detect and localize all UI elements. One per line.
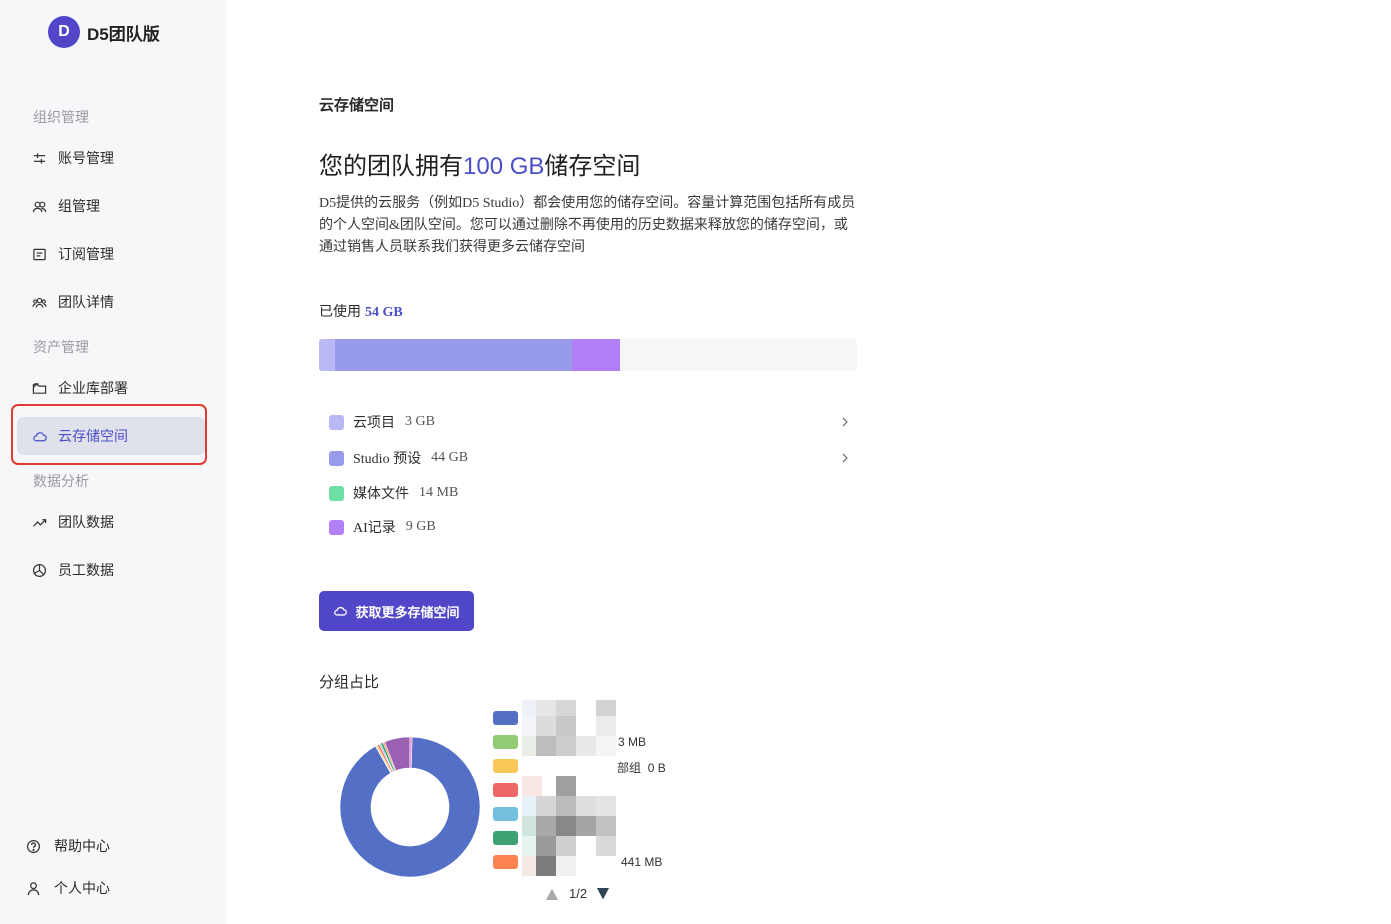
pie-legend-partial-text: 3 MB (618, 735, 646, 749)
category-size: 14 MB (419, 485, 459, 500)
pie-legend-partial-text: 441 MB (621, 855, 662, 869)
storage-description: D5提供的云服务（例如D5 Studio）都会使用您的储存空间。容量计算范围包括… (319, 196, 856, 255)
category-row-studio-presets[interactable]: Studio 预设 44 GB (329, 447, 853, 469)
pie-legend-value: 441 MB (621, 855, 663, 869)
sidebar-item-team-data[interactable]: 团队数据 (17, 503, 205, 541)
category-name: 媒体文件 (353, 487, 409, 502)
subscription-icon (33, 248, 46, 261)
page-up-arrow-icon[interactable] (545, 887, 559, 901)
section-label-analytics: 数据分析 (33, 473, 89, 489)
pie-legend-swatch[interactable] (493, 855, 518, 869)
category-swatch (329, 450, 344, 466)
category-size: 9 GB (405, 519, 436, 534)
category-row-cloud-projects[interactable]: 云项目 3 GB (329, 411, 853, 433)
pie-legend-swatch[interactable] (493, 759, 518, 773)
category-row-media-files: 媒体文件 14 MB (329, 482, 853, 504)
used-value: 54 GB (365, 305, 403, 320)
pie-legend-partial-text: 部组 0 B (617, 759, 666, 776)
pie-legend-partial-label: 部组 (617, 761, 642, 775)
pie-legend-swatch[interactable] (493, 711, 518, 725)
category-swatch (329, 414, 344, 430)
sidebar-item-accounts[interactable]: 账号管理 (17, 139, 205, 177)
pie-legend-value: 3 MB (618, 735, 647, 749)
sidebar-item-label: 账号管理 (58, 150, 114, 166)
brand[interactable]: D D5团队版 (48, 16, 160, 48)
category-size: 44 GB (431, 450, 469, 465)
page-down-arrow-icon[interactable] (596, 887, 610, 901)
pie-legend-swatch[interactable] (493, 783, 518, 797)
group-donut-chart (339, 736, 481, 878)
usage-segment-studio-presets (335, 339, 572, 371)
sidebar-item-label: 订阅管理 (58, 246, 114, 262)
section-label-assets: 资产管理 (33, 339, 89, 355)
chevron-right-icon[interactable] (841, 416, 849, 428)
pie-legend-value: 0 B (647, 761, 666, 775)
category-swatch (329, 519, 344, 535)
pie-legend-pager: 1/2 (545, 886, 610, 901)
get-more-storage-button[interactable]: 获取更多存储空间 (319, 591, 474, 631)
pie-legend-swatch[interactable] (493, 807, 518, 821)
sidebar-item-subscription[interactable]: 订阅管理 (17, 235, 205, 273)
sidebar-item-staff-data[interactable]: 员工数据 (17, 551, 205, 589)
pager-label: 1/2 (569, 886, 588, 901)
sidebar-item-enterprise-library[interactable]: 企业库部署 (17, 369, 205, 407)
usage-segment-ai-records (571, 339, 621, 371)
group-icon (32, 201, 47, 213)
storage-usage-bar (319, 339, 857, 371)
category-row-ai-records: AI记录 9 GB (329, 516, 853, 538)
category-name: 云项目 (353, 416, 395, 431)
pie-icon (32, 563, 47, 578)
sidebar-item-label: 团队数据 (58, 514, 114, 530)
storage-headline: 您的团队拥有100 GB储存空间 (319, 146, 640, 181)
sidebar-item-label: 员工数据 (58, 562, 114, 578)
get-more-storage-label: 获取更多存储空间 (355, 604, 460, 620)
used-label: 已使用 (319, 303, 361, 319)
help-icon (26, 839, 41, 853)
used-summary: 已使用 54 GB (319, 301, 403, 321)
brand-name: D5团队版 (87, 24, 160, 44)
headline-suffix: 储存空间 (544, 153, 641, 180)
group-ratio-title: 分组占比 (319, 674, 380, 691)
headline-capacity: 100 GB (463, 153, 545, 180)
sidebar-item-label: 企业库部署 (58, 380, 128, 396)
headline-prefix: 您的团队拥有 (319, 153, 463, 180)
usage-segment-cloud-projects (319, 339, 336, 371)
brand-avatar: D (48, 16, 80, 48)
personal-center-label: 个人中心 (54, 880, 110, 896)
category-name: Studio 预设 (353, 452, 422, 467)
sidebar-item-label: 团队详情 (58, 294, 114, 310)
cloud-icon (334, 606, 348, 616)
trend-icon (32, 519, 47, 527)
help-center-label: 帮助中心 (54, 838, 110, 854)
team-icon (32, 297, 47, 308)
help-center-link[interactable]: 帮助中心 (26, 836, 110, 856)
sidebar-item-groups[interactable]: 组管理 (17, 187, 205, 225)
category-name: AI记录 (353, 521, 396, 536)
page-title: 云存储空间 (319, 97, 395, 114)
redacted-mosaic (522, 700, 618, 878)
section-label-org: 组织管理 (33, 109, 89, 125)
pie-legend-swatch[interactable] (493, 831, 518, 845)
folder-icon (32, 383, 47, 394)
chevron-right-icon[interactable] (841, 452, 849, 464)
pie-legend-swatch[interactable] (493, 735, 518, 749)
sidebar-item-label: 组管理 (58, 198, 100, 214)
user-icon (27, 881, 40, 895)
category-size: 3 GB (405, 414, 435, 429)
highlight-outline (11, 404, 207, 465)
sidebar-item-team-details[interactable]: 团队详情 (17, 283, 205, 321)
sidebar: D D5团队版 组织管理 账号管理 组管理 订阅管理 团队详情 资产管理 企业库… (0, 0, 226, 924)
category-swatch (329, 485, 344, 501)
personal-center-link[interactable]: 个人中心 (26, 878, 110, 898)
sliders-icon (33, 153, 46, 164)
